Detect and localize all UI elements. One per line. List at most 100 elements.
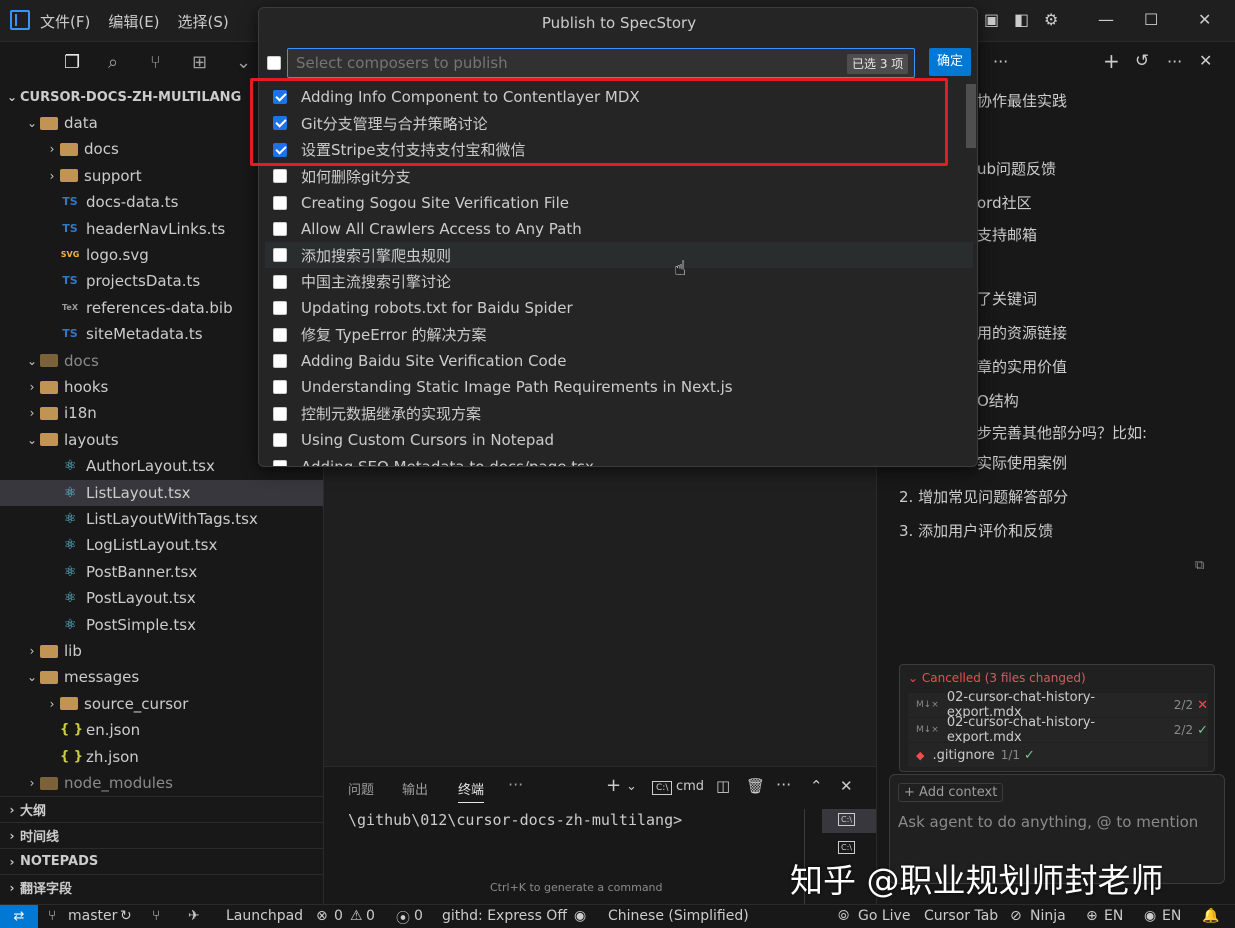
remote-icon[interactable]: ⇄ — [0, 905, 38, 928]
maximize-panel-icon[interactable]: ⌃ — [810, 777, 823, 795]
graph-icon[interactable]: ⑂ — [152, 908, 160, 924]
error-count[interactable]: 0 — [334, 908, 343, 924]
composer-checkbox[interactable] — [273, 354, 287, 368]
dialog-scrollbar[interactable] — [966, 84, 976, 148]
tree-folder[interactable]: › node_modules — [0, 770, 323, 796]
cancelled-header[interactable]: ⌄ Cancelled (3 files changed) — [908, 671, 1086, 685]
composer-checkbox[interactable] — [273, 195, 287, 210]
source-control-icon[interactable]: ⑂ — [150, 52, 161, 73]
history-icon[interactable]: ↺ — [1135, 51, 1149, 71]
chat-input[interactable]: Ask agent to do anything, @ to mention — [898, 813, 1214, 831]
close-chat-icon[interactable]: ✕ — [1199, 51, 1212, 70]
tree-folder[interactable]: ⌄ messages — [0, 664, 323, 690]
composer-checkbox[interactable] — [273, 142, 287, 157]
cursortab-item[interactable]: Cursor Tab — [924, 908, 998, 924]
new-terminal-icon[interactable]: + — [606, 775, 621, 796]
composer-item[interactable]: Using Custom Cursors in Notepad — [265, 427, 973, 453]
composer-item[interactable]: 设置Stripe支付支持支付宝和微信 — [265, 137, 973, 163]
section-outline[interactable]: › 大纲 — [0, 796, 323, 822]
composer-checkbox[interactable] — [273, 248, 287, 263]
chevron-down-icon[interactable]: ⌄ — [626, 779, 637, 794]
maximize-icon[interactable]: ☐ — [1144, 10, 1158, 29]
composer-checkbox[interactable] — [273, 116, 287, 131]
warning-count[interactable]: 0 — [366, 908, 375, 924]
section-timeline[interactable]: › 时间线 — [0, 822, 323, 848]
menu-file[interactable]: 文件(F) — [40, 11, 90, 32]
composer-item[interactable]: Adding Info Component to Contentlayer MD… — [265, 84, 973, 110]
composer-item[interactable]: Understanding Static Image Path Requirem… — [265, 374, 973, 400]
composer-checkbox[interactable] — [273, 406, 287, 421]
tree-file[interactable]: ⚛ LogListLayout.tsx — [0, 532, 323, 558]
composer-item[interactable]: Creating Sogou Site Verification File — [265, 190, 973, 216]
composer-item[interactable]: Adding Baidu Site Verification Code — [265, 348, 973, 374]
tree-file[interactable]: ⚛ PostLayout.tsx — [0, 585, 323, 611]
branch-name[interactable]: master — [68, 908, 117, 924]
tree-file[interactable]: ⚛ ListLayoutWithTags.tsx — [0, 506, 323, 532]
composer-item[interactable]: 控制元数据继承的实现方案 — [265, 401, 973, 427]
extensions-icon[interactable]: ⊞ — [192, 52, 207, 73]
composer-search-input[interactable] — [287, 48, 915, 78]
tree-file[interactable]: { } zh.json — [0, 744, 323, 770]
ok-button[interactable]: 确定 — [929, 48, 971, 76]
more-icon[interactable]: ··· — [508, 775, 523, 794]
githd-item[interactable]: githd: Express Off — [442, 908, 567, 924]
composer-checkbox[interactable] — [273, 380, 287, 395]
composer-item[interactable]: Git分支管理与合并策略讨论 — [265, 110, 973, 136]
search-icon[interactable]: ⌕ — [108, 52, 118, 73]
golive-item[interactable]: Go Live — [858, 908, 910, 924]
composer-checkbox[interactable] — [273, 301, 287, 316]
more-actions-icon[interactable]: ··· — [776, 775, 791, 794]
composer-checkbox[interactable] — [273, 459, 287, 466]
copy-icon[interactable]: ⧉ — [1195, 558, 1204, 573]
menu-edit[interactable]: 编辑(E) — [108, 11, 159, 32]
menu-selection[interactable]: 选择(S) — [178, 11, 229, 32]
gear-icon[interactable]: ⚙ — [1044, 10, 1058, 29]
composer-checkbox[interactable] — [273, 433, 287, 448]
language-item[interactable]: Chinese (Simplified) — [608, 908, 749, 924]
composer-item[interactable]: 修复 TypeError 的解决方案 — [265, 322, 973, 348]
tab-output[interactable]: 输出 — [402, 779, 428, 798]
add-context-button[interactable]: + Add context — [898, 783, 1004, 802]
language-en-2[interactable]: EN — [1162, 908, 1181, 924]
trash-icon[interactable]: 🗑 — [746, 777, 765, 795]
composer-checkbox[interactable] — [273, 274, 287, 289]
sync-icon[interactable]: ↻ — [120, 908, 132, 924]
tree-folder[interactable]: › lib — [0, 638, 323, 664]
explorer-icon[interactable]: ❐ — [64, 52, 80, 73]
close-window-icon[interactable]: ✕ — [1198, 10, 1211, 29]
toggle-panel-icon[interactable]: ▣ — [984, 10, 999, 29]
language-en-1[interactable]: EN — [1104, 908, 1123, 924]
composer-checkbox[interactable] — [273, 222, 287, 236]
changed-file-row[interactable]: M↓× 02-cursor-chat-history-export.mdx 2/… — [908, 715, 1208, 745]
tree-file[interactable]: { } en.json — [0, 717, 323, 743]
tree-folder[interactable]: › source_cursor — [0, 691, 323, 717]
terminal-instance-1[interactable]: C:\ — [822, 809, 876, 833]
tab-problems[interactable]: 问题 — [348, 779, 374, 798]
chevron-down-icon[interactable]: ⌄ — [236, 52, 251, 73]
launchpad-item[interactable]: Launchpad — [226, 908, 303, 924]
tree-file[interactable]: ⚛ PostBanner.tsx — [0, 559, 323, 585]
toggle-secondary-sidebar-icon[interactable]: ◧ — [1014, 10, 1029, 29]
composer-checkbox[interactable] — [273, 327, 287, 342]
composer-item[interactable]: Allow All Crawlers Access to Any Path — [265, 216, 973, 242]
more-actions-icon[interactable]: ··· — [1167, 52, 1182, 71]
tab-terminal[interactable]: 终端 — [458, 779, 485, 803]
tree-file[interactable]: ⚛ ListLayout.tsx — [0, 479, 323, 506]
composer-checkbox[interactable] — [273, 90, 287, 104]
bell-icon[interactable]: 🔔 — [1202, 908, 1219, 924]
ports-count[interactable]: 0 — [414, 908, 423, 924]
tree-file[interactable]: ⚛ PostSimple.tsx — [0, 612, 323, 638]
composer-checkbox[interactable] — [273, 169, 287, 184]
section-notepads[interactable]: › NOTEPADS — [0, 848, 323, 874]
eye-icon[interactable]: ◉ — [574, 908, 586, 924]
composer-item[interactable]: Updating robots.txt for Baidu Spider — [265, 295, 973, 321]
minimize-icon[interactable]: — — [1098, 10, 1114, 29]
close-panel-icon[interactable]: ✕ — [840, 777, 853, 795]
more-icon[interactable]: ··· — [993, 52, 1008, 71]
ninja-item[interactable]: Ninja — [1030, 908, 1066, 924]
composer-item[interactable]: 中国主流搜索引擎讨论 — [265, 269, 973, 295]
select-all-checkbox[interactable] — [267, 56, 281, 70]
terminal-shell-label[interactable]: cmd — [676, 779, 704, 794]
split-terminal-icon[interactable]: ◫ — [716, 777, 730, 795]
new-chat-icon[interactable]: + — [1103, 49, 1120, 73]
